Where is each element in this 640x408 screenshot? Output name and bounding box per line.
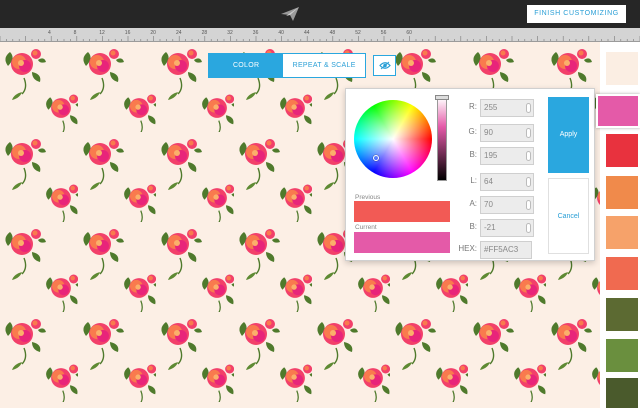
color-picker-panel: Previous Current R: 255 G: 90 B: 195 L: …: [345, 88, 595, 261]
color-palette-sidebar: [596, 42, 640, 408]
r-spinner[interactable]: [526, 103, 531, 113]
ruler-number: 12: [99, 30, 105, 36]
ruler-number: 16: [124, 30, 131, 36]
l-value: 64: [484, 177, 493, 186]
lab-b-spinner[interactable]: [526, 223, 531, 233]
apply-button[interactable]: Apply: [548, 97, 589, 173]
eye-icon: [378, 61, 391, 70]
ruler-number: 20: [150, 30, 156, 36]
color-wheel-marker[interactable]: [373, 155, 379, 161]
lab-b-label: B:: [469, 222, 477, 231]
ruler-number: 48: [329, 30, 336, 36]
previous-color-swatch: [354, 201, 450, 222]
a-input[interactable]: 70: [480, 196, 534, 214]
palette-swatch[interactable]: [606, 134, 638, 167]
top-bar: FINISH CUSTOMIZING: [0, 0, 640, 28]
previous-label: Previous: [355, 194, 381, 201]
ruler-number: 56: [380, 30, 387, 36]
palette-swatch[interactable]: [606, 52, 638, 85]
g-value: 90: [484, 128, 493, 137]
a-value: 70: [484, 200, 493, 209]
ruler-number: 60: [406, 30, 412, 36]
b-label: B:: [469, 150, 477, 159]
finish-customizing-button[interactable]: FINISH CUSTOMIZING: [527, 5, 626, 23]
lightness-slider[interactable]: [437, 97, 447, 181]
g-spinner[interactable]: [526, 128, 531, 138]
ruler-number: 4: [48, 30, 51, 36]
a-label: A:: [469, 199, 477, 208]
palette-swatch[interactable]: [606, 298, 638, 331]
color-wheel[interactable]: [354, 100, 432, 178]
ruler-number: 52: [355, 30, 361, 36]
l-input[interactable]: 64: [480, 173, 534, 191]
current-label: Current: [355, 224, 377, 231]
ruler-number: 36: [252, 30, 259, 36]
current-color-swatch: [354, 232, 450, 253]
hex-label: HEX:: [458, 244, 477, 253]
cancel-button[interactable]: Cancel: [548, 178, 589, 254]
palette-swatch-selected[interactable]: [596, 94, 640, 128]
ruler-number: 32: [227, 30, 233, 36]
ruler-number: 44: [304, 30, 310, 36]
palette-swatch[interactable]: [606, 339, 638, 372]
mode-tabs: COLOR REPEAT & SCALE: [208, 53, 366, 78]
hex-input[interactable]: #FF5AC3: [480, 241, 532, 259]
palette-swatch[interactable]: [606, 176, 638, 209]
preview-toggle-button[interactable]: [373, 55, 396, 76]
lab-b-value: -21: [484, 223, 496, 232]
r-label: R:: [469, 102, 477, 111]
l-label: L:: [470, 176, 477, 185]
g-label: G:: [468, 127, 477, 136]
r-value: 255: [484, 103, 498, 112]
lab-b-input[interactable]: -21: [480, 219, 534, 237]
b-value: 195: [484, 151, 498, 160]
tab-repeat-scale[interactable]: REPEAT & SCALE: [283, 54, 365, 77]
a-spinner[interactable]: [526, 200, 531, 210]
ruler-number: 28: [201, 30, 208, 36]
palette-swatch[interactable]: [606, 257, 638, 290]
l-spinner[interactable]: [526, 177, 531, 187]
ruler: 4 8 12 16 20 24 28 32 36 40 44 48 52 56 60: [0, 28, 640, 42]
logo-icon[interactable]: [280, 6, 300, 22]
b-spinner[interactable]: [526, 151, 531, 161]
lightness-slider-handle[interactable]: [435, 95, 449, 100]
palette-swatch[interactable]: [606, 216, 638, 249]
ruler-number: 8: [73, 30, 77, 36]
ruler-number: 40: [278, 30, 284, 36]
g-input[interactable]: 90: [480, 124, 534, 142]
ruler-ticks: [0, 36, 640, 41]
tab-color[interactable]: COLOR: [209, 54, 284, 77]
ruler-number: 24: [176, 30, 182, 36]
b-input[interactable]: 195: [480, 147, 534, 165]
r-input[interactable]: 255: [480, 99, 534, 117]
hex-value: #FF5AC3: [484, 245, 519, 254]
palette-swatch[interactable]: [606, 378, 638, 408]
